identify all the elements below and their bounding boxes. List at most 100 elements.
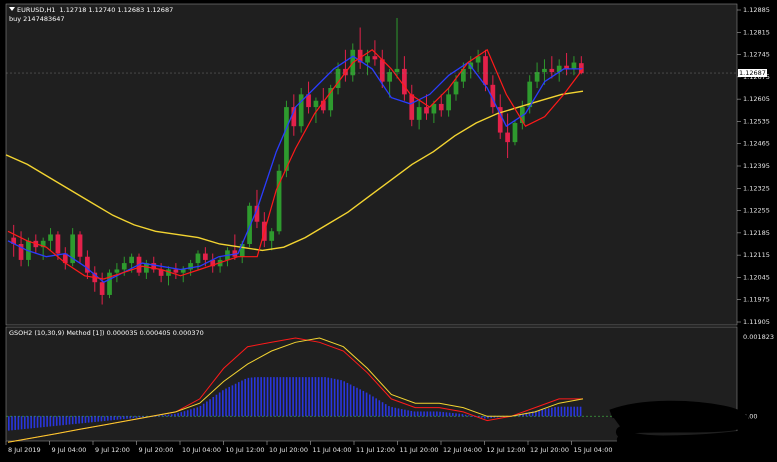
histogram-bar xyxy=(91,416,93,423)
histogram-bar xyxy=(225,388,227,417)
histogram-bar xyxy=(218,392,221,417)
histogram-bar xyxy=(78,416,80,424)
histogram-bar xyxy=(260,377,262,417)
histogram-bar xyxy=(353,386,355,417)
candle-body xyxy=(387,72,393,82)
histogram-bar xyxy=(279,377,282,417)
histogram-bar xyxy=(567,406,569,417)
time-tick-label: 10 Jul 12:00 xyxy=(226,446,265,454)
histogram-bar xyxy=(381,402,384,417)
candle-body xyxy=(453,81,459,95)
candle-body xyxy=(284,107,289,171)
time-tick-label: 11 Jul 04:00 xyxy=(313,446,352,454)
histogram-bar xyxy=(27,416,29,429)
histogram-bar xyxy=(65,416,68,425)
dropdown-triangle-icon[interactable] xyxy=(9,7,15,11)
histogram-bar xyxy=(87,416,90,423)
price-tick-label: 1.11905 xyxy=(743,318,770,326)
histogram-bar xyxy=(560,406,563,417)
candle-body xyxy=(394,68,400,73)
histogram-bar xyxy=(570,406,572,417)
candle-body xyxy=(483,56,488,85)
histogram-bar xyxy=(448,412,451,417)
time-tick-label: 9 Jul 04:00 xyxy=(52,446,87,454)
histogram-bar xyxy=(429,411,432,417)
histogram-bar xyxy=(349,384,352,417)
histogram-bar xyxy=(8,416,10,431)
histogram-bar xyxy=(158,415,160,417)
time-tick-label: 10 Jul 04:00 xyxy=(182,446,221,454)
histogram-bar xyxy=(413,411,416,417)
histogram-bar xyxy=(100,416,103,422)
histogram-bar xyxy=(142,416,144,418)
histogram-bar xyxy=(71,416,74,425)
histogram-bar xyxy=(576,406,579,417)
histogram-bar xyxy=(103,416,106,421)
histogram-bar xyxy=(215,394,218,417)
histogram-bar xyxy=(362,390,365,417)
candle-body xyxy=(239,244,245,257)
histogram-bar xyxy=(314,377,317,417)
histogram-bar xyxy=(308,377,310,417)
histogram-bar xyxy=(346,382,349,417)
time-tick-label: 12 Jul 12:00 xyxy=(487,446,526,454)
histogram-bar xyxy=(199,405,202,417)
histogram-bar xyxy=(305,377,307,417)
price-tick-label: 1.12465 xyxy=(743,140,770,148)
chart-header: EURUSD,H1 1.12718 1.12740 1.12683 1.1268… xyxy=(9,6,173,14)
histogram-bar xyxy=(295,377,298,417)
histogram-bar xyxy=(177,413,179,417)
candle-body xyxy=(247,205,252,244)
candle-body xyxy=(313,100,319,108)
histogram-bar xyxy=(461,414,464,417)
histogram-bar xyxy=(20,416,23,430)
histogram-bar xyxy=(23,416,26,430)
histogram-bar xyxy=(222,390,224,417)
histogram-bar xyxy=(407,410,409,417)
histogram-bar xyxy=(317,377,320,417)
histogram-bar xyxy=(468,415,470,417)
histogram-bar xyxy=(436,411,438,417)
histogram-bar xyxy=(107,416,109,421)
histogram-bar xyxy=(30,416,32,429)
histogram-bar xyxy=(557,406,560,417)
histogram-bar xyxy=(404,409,406,417)
histogram-bar xyxy=(135,416,138,418)
indicator-title: GSOH2 (10,30,9) Method [1]) 0.000035 0.0… xyxy=(9,329,204,337)
histogram-bar xyxy=(202,403,205,417)
histogram-bar xyxy=(375,398,377,417)
histogram-bar xyxy=(311,377,314,417)
histogram-bar xyxy=(234,383,237,417)
histogram-bar xyxy=(250,377,253,417)
histogram-bar xyxy=(167,414,170,417)
mt-chart-canvas[interactable]: 1.128851.128151.127451.126751.126051.125… xyxy=(0,0,777,462)
histogram-bar xyxy=(263,377,266,417)
price-tick-label: 1.12115 xyxy=(743,251,770,259)
candle-body xyxy=(269,231,275,241)
candle-body xyxy=(195,253,201,264)
candle-body xyxy=(542,68,547,73)
price-tick-label: 1.12255 xyxy=(743,207,770,215)
candle-body xyxy=(173,269,179,273)
candle-body xyxy=(505,132,510,143)
ohlc-values: 1.12718 1.12740 1.12683 1.12687 xyxy=(59,6,174,14)
candle-body xyxy=(534,72,540,82)
histogram-bar xyxy=(116,416,119,420)
histogram-bar xyxy=(327,377,330,417)
redaction-scribble xyxy=(609,400,777,452)
histogram-bar xyxy=(97,416,100,422)
histogram-bar xyxy=(426,411,429,417)
histogram-bar xyxy=(391,407,393,417)
histogram-bar xyxy=(129,416,131,419)
histogram-bar xyxy=(439,411,441,417)
histogram-bar xyxy=(36,416,39,428)
histogram-bar xyxy=(455,413,457,417)
histogram-bar xyxy=(55,416,58,426)
histogram-bar xyxy=(174,413,176,417)
price-tick-label: 1.12605 xyxy=(743,95,770,103)
histogram-bar xyxy=(410,410,413,417)
candle-body xyxy=(409,94,415,120)
histogram-bar xyxy=(544,408,547,417)
candle-body xyxy=(446,94,451,111)
histogram-bar xyxy=(161,415,163,417)
